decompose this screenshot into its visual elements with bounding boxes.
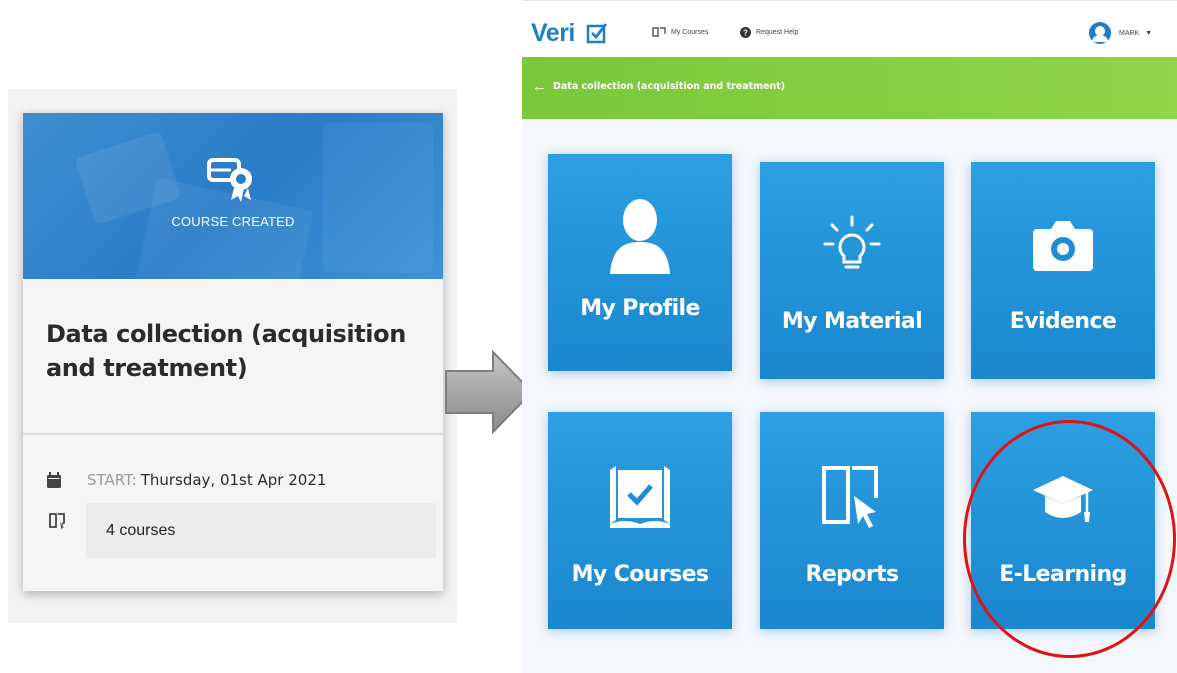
graduation-cap-icon [1033,476,1093,522]
tile-e-learning[interactable]: E-Learning [971,412,1155,629]
breadcrumb-title: Data collection (acquisition and treatme… [553,81,786,92]
tile-my-courses[interactable]: My Courses [548,412,732,629]
book-icon [49,513,65,530]
user-icon [610,199,670,274]
courses-count[interactable]: 4 courses [86,503,436,558]
certificate-icon [207,158,252,202]
tile-label: E-Learning [999,562,1127,587]
nav-request-help-label: Request Help [756,29,799,36]
nav-request-help[interactable]: ? Request Help [740,27,798,38]
start-date-value: Thursday, 01st Apr 2021 [140,471,327,489]
nav-my-courses-label: My Courses [671,28,709,36]
tile-label: Reports [805,562,900,587]
tile-label: Evidence [1009,309,1117,334]
start-date-row: START: Thursday, 01st Apr 2021 [46,471,326,489]
nav-my-courses[interactable]: My Courses [652,27,708,37]
start-label: START: [87,471,137,489]
calendar-icon [47,472,61,488]
chevron-down-icon: ▼ [1145,29,1153,37]
tile-evidence[interactable]: Evidence [971,162,1155,379]
avatar [1089,22,1111,44]
card-divider [23,433,443,435]
tile-reports[interactable]: Reports [760,412,944,629]
back-button[interactable]: ← Data collection (acquisition and treat… [532,79,785,94]
help-icon: ? [740,27,751,38]
book-check-icon [610,466,670,528]
course-card-hero: COURSE CREATED [23,113,443,279]
user-menu[interactable]: MARK ▼ [1089,22,1152,44]
tile-label: My Material [781,309,923,334]
veri-logo[interactable]: Veri [531,19,575,48]
breadcrumb-bar: ← Data collection (acquisition and treat… [522,57,1177,119]
book-cursor-icon [822,466,878,528]
svg-text:?: ? [743,29,748,38]
lightbulb-icon [823,215,881,269]
logo-check-icon [586,23,608,44]
course-created-caption: COURSE CREATED [171,214,295,229]
camera-icon [1033,221,1093,271]
app-top-bar: Veri My Courses ? Request Help MARK ▼ [522,0,1177,57]
courses-nav-icon [652,27,666,37]
arrow-left-icon: ← [532,78,547,95]
tile-label: My Courses [571,562,709,587]
course-title[interactable]: Data collection (acquisition and treatme… [46,317,426,385]
user-name: MARK [1119,29,1140,37]
tile-label: My Profile [580,296,700,321]
tile-my-material[interactable]: My Material [760,162,944,379]
tile-my-profile[interactable]: My Profile [548,154,732,371]
